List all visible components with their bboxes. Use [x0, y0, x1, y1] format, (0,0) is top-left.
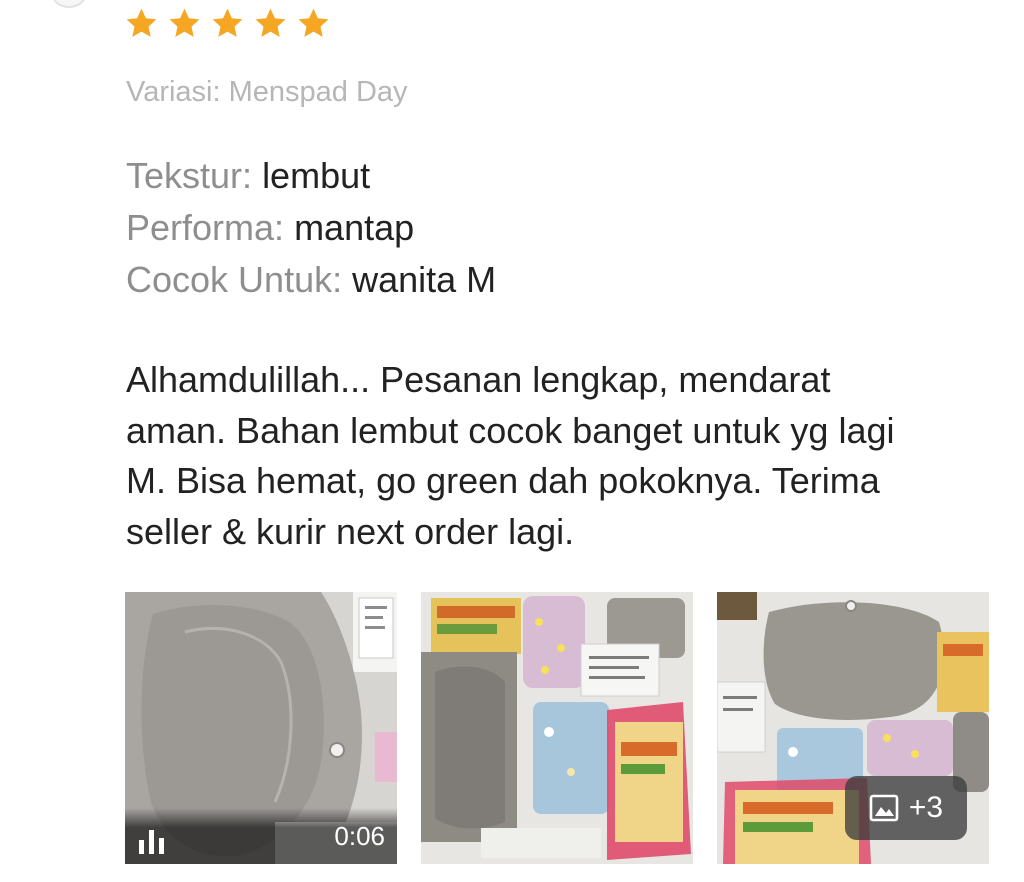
attribute-value: lembut	[262, 155, 371, 196]
attribute-row-suitable-for: Cocok Untuk: wanita M	[126, 254, 496, 306]
review-body: Alhamdulillah... Pesanan lengkap, mendar…	[126, 355, 996, 557]
photo-thumbnail-more[interactable]: +3	[717, 592, 989, 864]
review-text-line: Alhamdulillah... Pesanan lengkap, mendar…	[126, 359, 831, 400]
more-photos-badge[interactable]: +3	[845, 776, 967, 840]
review-media: 0:06 +3	[125, 592, 989, 864]
review-card: Variasi: Menspad Day Tekstur: lembut Per…	[0, 0, 1024, 882]
video-thumbnail[interactable]: 0:06	[125, 592, 397, 864]
star-icon	[255, 8, 286, 37]
attribute-key: Performa:	[126, 207, 285, 248]
star-rating	[124, 6, 331, 41]
attribute-key: Cocok Untuk:	[126, 259, 343, 300]
review-attributes: Tekstur: lembut Performa: mantap Cocok U…	[126, 150, 496, 306]
video-duration: 0:06	[334, 821, 385, 851]
review-text-line: seller & kurir next order lagi.	[126, 510, 575, 552]
attribute-value: mantap	[294, 207, 415, 248]
attribute-row-texture: Tekstur: lembut	[126, 150, 496, 202]
star-icon	[126, 8, 157, 37]
review-text-line: aman. Bahan lembut cocok banget untuk yg…	[126, 409, 895, 451]
photo-thumbnail[interactable]	[421, 592, 693, 864]
star-icon	[169, 8, 200, 37]
more-photos-count: +3	[908, 791, 944, 824]
review-text-line: M. Bisa hemat, go green dah pokoknya. Te…	[126, 460, 880, 501]
star-icon	[298, 8, 329, 37]
attribute-row-performance: Performa: mantap	[126, 202, 496, 254]
video-bars-icon	[139, 830, 164, 854]
variant-label: Variasi: Menspad Day	[126, 76, 408, 108]
image-icon	[869, 794, 899, 822]
avatar[interactable]	[52, 0, 86, 8]
attribute-key: Tekstur:	[126, 155, 253, 196]
attribute-value: wanita M	[352, 259, 497, 300]
star-icon	[212, 8, 243, 37]
photo-image	[421, 592, 693, 864]
